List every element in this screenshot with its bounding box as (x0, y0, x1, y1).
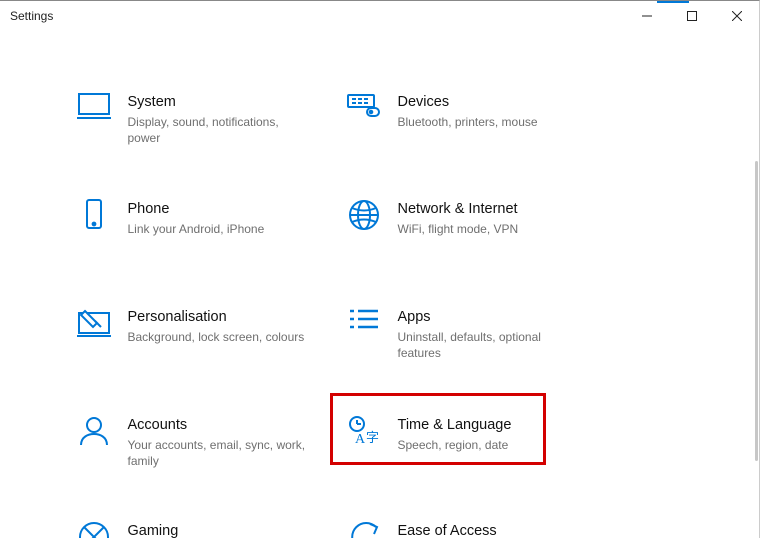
category-label: Time & Language (398, 415, 512, 435)
svg-text:A: A (355, 432, 366, 447)
maximize-button[interactable] (669, 1, 714, 31)
category-apps[interactable]: Apps Uninstall, defaults, optional featu… (344, 307, 604, 361)
category-system[interactable]: System Display, sound, notifications, po… (74, 92, 334, 146)
category-label: Devices (398, 92, 538, 112)
category-network[interactable]: Network & Internet WiFi, flight mode, VP… (344, 199, 604, 237)
category-ease-of-access[interactable]: Ease of Access (344, 521, 604, 538)
accounts-icon (74, 415, 114, 447)
category-desc: Speech, region, date (398, 437, 512, 453)
category-desc: Display, sound, notifications, power (128, 114, 308, 146)
category-label: Personalisation (128, 307, 305, 327)
phone-icon (74, 199, 114, 231)
category-desc: Background, lock screen, colours (128, 329, 305, 345)
category-label: Network & Internet (398, 199, 519, 219)
category-label: System (128, 92, 308, 112)
close-button[interactable] (714, 1, 759, 31)
gaming-icon (74, 521, 114, 538)
globe-icon (344, 199, 384, 231)
category-desc: WiFi, flight mode, VPN (398, 221, 519, 237)
system-icon (74, 92, 114, 120)
category-label: Apps (398, 307, 578, 327)
category-personalisation[interactable]: Personalisation Background, lock screen,… (74, 307, 334, 345)
apps-icon (344, 307, 384, 335)
category-desc: Bluetooth, printers, mouse (398, 114, 538, 130)
personalisation-icon (74, 307, 114, 337)
category-accounts[interactable]: Accounts Your accounts, email, sync, wor… (74, 415, 334, 469)
category-label: Accounts (128, 415, 308, 435)
category-desc: Link your Android, iPhone (128, 221, 265, 237)
minimize-button[interactable] (624, 1, 669, 31)
titlebar: Settings (0, 1, 759, 31)
window-controls (624, 1, 759, 31)
category-devices[interactable]: Devices Bluetooth, printers, mouse (344, 92, 604, 130)
category-label: Gaming (128, 521, 179, 538)
settings-content: System Display, sound, notifications, po… (0, 31, 747, 538)
scrollbar[interactable] (755, 161, 758, 461)
devices-icon (344, 92, 384, 120)
window-title: Settings (10, 9, 53, 23)
svg-text:字: 字 (366, 430, 379, 445)
ease-of-access-icon (344, 521, 384, 538)
category-desc: Your accounts, email, sync, work, family (128, 437, 308, 469)
category-desc: Uninstall, defaults, optional features (398, 329, 578, 361)
category-gaming[interactable]: Gaming (74, 521, 334, 538)
category-time-language[interactable]: A 字 Time & Language Speech, region, date (344, 415, 604, 453)
category-label: Phone (128, 199, 265, 219)
category-phone[interactable]: Phone Link your Android, iPhone (74, 199, 334, 237)
time-language-icon: A 字 (344, 415, 384, 447)
category-label: Ease of Access (398, 521, 497, 538)
